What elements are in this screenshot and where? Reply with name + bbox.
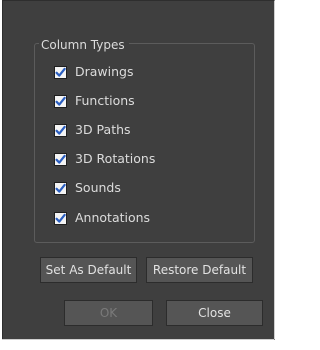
3d-paths-checkbox-row[interactable]: 3D Paths [54,122,131,138]
annotations-checkbox[interactable] [54,211,67,225]
checkmark-icon [55,183,66,193]
annotations-checkbox-row[interactable]: Annotations [54,210,150,226]
close-button[interactable]: Close [166,300,263,326]
column-types-title: Column Types [39,38,129,52]
3d-rotations-label: 3D Rotations [75,151,156,166]
functions-checkbox[interactable] [54,94,67,108]
3d-paths-label: 3D Paths [75,122,131,137]
drawings-checkbox-row[interactable]: Drawings [54,64,134,80]
checkmark-icon [55,154,66,164]
checkmark-icon [55,213,66,223]
checkmark-icon [55,67,66,77]
3d-rotations-checkbox-row[interactable]: 3D Rotations [54,151,155,167]
dialog-edge [2,339,274,340]
set-as-default-button[interactable]: Set As Default [40,257,137,283]
checkmark-icon [55,125,66,135]
checkmark-icon [55,96,66,106]
annotations-label: Annotations [75,210,151,225]
sounds-checkbox-row[interactable]: Sounds [54,180,121,196]
ok-button[interactable]: OK [64,300,153,326]
functions-checkbox-row[interactable]: Functions [54,93,135,109]
3d-rotations-checkbox[interactable] [54,152,67,166]
sounds-checkbox[interactable] [54,181,67,195]
sounds-label: Sounds [75,180,121,195]
drawings-label: Drawings [75,64,134,79]
3d-paths-checkbox[interactable] [54,123,67,137]
restore-default-button[interactable]: Restore Default [146,257,253,283]
drawings-checkbox[interactable] [54,65,67,79]
functions-label: Functions [75,93,135,108]
